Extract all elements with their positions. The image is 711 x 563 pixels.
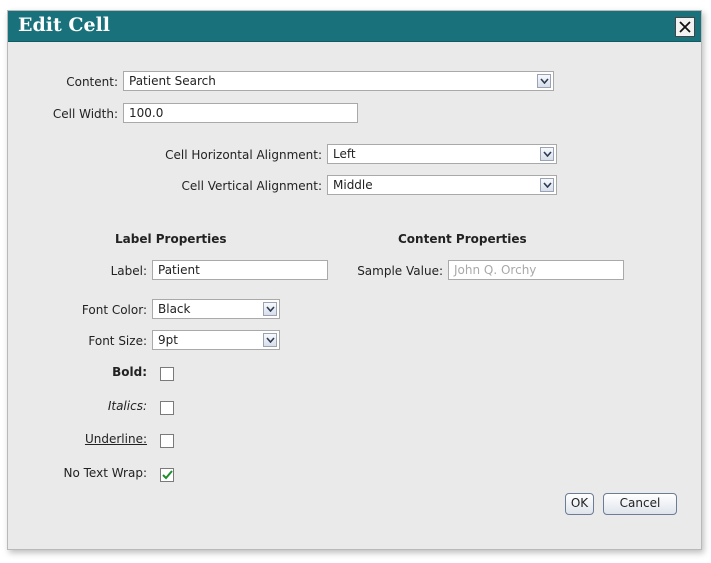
label-properties-heading: Label Properties [115, 232, 227, 246]
font-size-label: Font Size: [88, 334, 147, 348]
close-icon [679, 21, 691, 33]
vertical-alignment-label: Cell Vertical Alignment: [181, 179, 322, 193]
vertical-alignment-value: Middle [333, 178, 373, 192]
close-button[interactable] [675, 17, 695, 37]
chevron-down-icon[interactable] [263, 333, 277, 347]
horizontal-alignment-label: Cell Horizontal Alignment: [165, 148, 322, 162]
font-size-value: 9pt [158, 333, 178, 347]
label-label: Label: [110, 264, 147, 278]
chevron-down-icon[interactable] [263, 302, 277, 316]
content-select[interactable]: Patient Search [123, 71, 554, 91]
edit-cell-dialog: Edit Cell Content: Patient Search Cell W… [7, 10, 702, 550]
check-icon [161, 470, 173, 480]
cell-width-label: Cell Width: [52, 107, 118, 121]
no-text-wrap-checkbox[interactable] [160, 468, 174, 482]
font-color-select[interactable]: Black [152, 299, 280, 319]
no-text-wrap-label: No Text Wrap: [63, 466, 148, 480]
label-input[interactable]: Patient [152, 260, 328, 280]
italics-checkbox[interactable] [160, 401, 174, 415]
horizontal-alignment-value: Left [333, 147, 356, 161]
content-label: Content: [66, 75, 118, 89]
title-bar: Edit Cell [8, 11, 701, 42]
chevron-down-icon[interactable] [540, 147, 554, 161]
underline-label: Underline: [84, 432, 147, 446]
dialog-title: Edit Cell [18, 14, 111, 36]
horizontal-alignment-select[interactable]: Left [327, 144, 557, 164]
font-color-label: Font Color: [81, 303, 147, 317]
italics-label: Italics: [107, 399, 147, 413]
cancel-button[interactable]: Cancel [603, 493, 677, 515]
bold-label: Bold: [112, 365, 147, 379]
content-value: Patient Search [129, 74, 216, 88]
chevron-down-icon[interactable] [540, 178, 554, 192]
font-color-value: Black [158, 302, 191, 316]
underline-checkbox[interactable] [160, 434, 174, 448]
chevron-down-icon[interactable] [537, 74, 551, 88]
sample-value-input[interactable]: John Q. Orchy [448, 260, 624, 280]
content-properties-heading: Content Properties [398, 232, 527, 246]
sample-value-label: Sample Value: [357, 264, 443, 278]
cell-width-input[interactable]: 100.0 [123, 103, 358, 123]
font-size-select[interactable]: 9pt [152, 330, 280, 350]
ok-button[interactable]: OK [565, 493, 594, 515]
bold-checkbox[interactable] [160, 367, 174, 381]
vertical-alignment-select[interactable]: Middle [327, 175, 557, 195]
